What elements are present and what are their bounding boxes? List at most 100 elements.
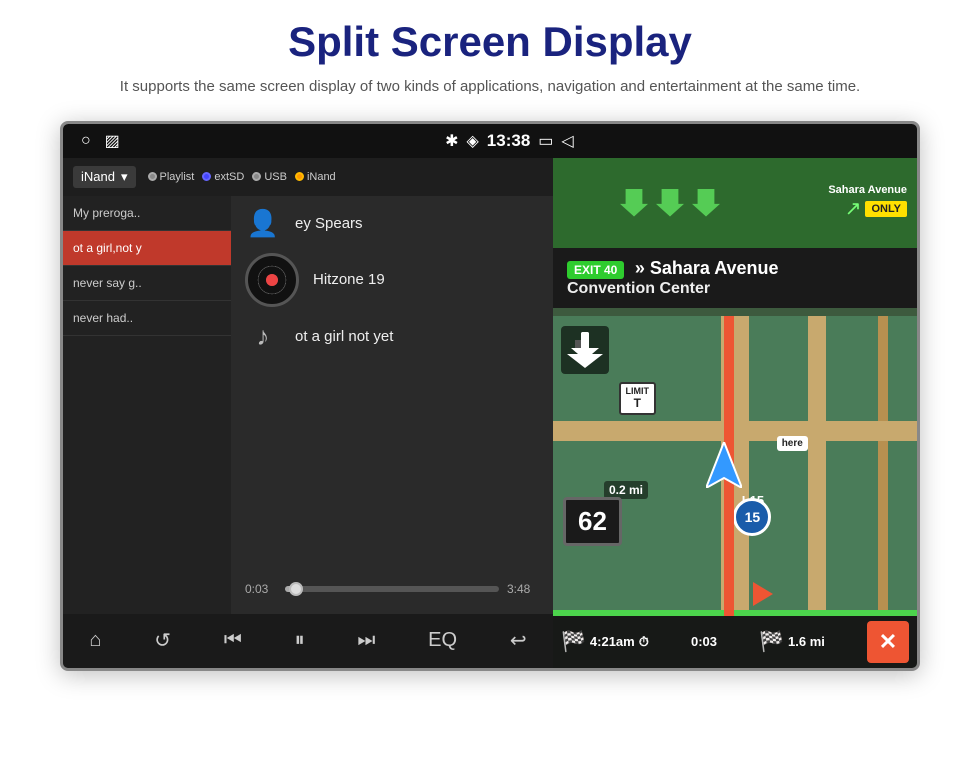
road-v2 [808,316,826,616]
eq-button[interactable]: EQ [418,623,467,658]
next-button[interactable]: ⏭ [347,623,385,658]
limit-text: LIMIT [626,386,650,397]
only-row: ↗ ONLY [845,196,907,221]
tab-playlist-label: Playlist [160,171,195,183]
source-tabs: Playlist extSD USB iNand [148,171,336,183]
prev-button[interactable]: ⏮ [214,623,252,658]
limit-sign: LIMIT T [619,382,657,415]
nav-panel: Sahara Avenue ↗ ONLY EXIT 40 » Sahara Av… [553,158,917,668]
here-logo: here [777,436,808,451]
page-title: Split Screen Display [288,18,692,66]
turn-icons [561,326,609,374]
circle-icon: ○ [81,132,91,150]
nav-eta: 🏁 4:21am ⏱ [561,629,649,654]
eta-time: 4:21am [590,634,635,649]
back-button[interactable]: ↩ [500,622,537,659]
nav-arrow-svg [706,442,742,488]
playlist-item-2[interactable]: never say g.. [63,266,231,301]
device-frame: ○ ▨ ✱ ◈ 13:38 ▭ ◁ iNand ▾ [60,121,920,671]
radio-dot-extsd [202,172,211,181]
source-tab-extsd[interactable]: extSD [202,171,244,183]
music-content: My preroga.. ot a girl,not y never say g… [63,196,553,614]
nav-bottom: 🏁 4:21am ⏱ 0:03 🏁 1.6 mi ✕ [553,616,917,668]
arrow-down-3 [692,189,720,217]
time-current: 0:03 [245,582,277,596]
time-total: 3:48 [507,582,539,596]
exit-destination: Convention Center [567,280,903,298]
dropdown-arrow: ▾ [121,169,128,185]
tab-inand-label: iNand [307,171,336,183]
red-arrow [753,582,773,606]
split-screen: iNand ▾ Playlist extSD [63,158,917,668]
source-label: iNand [81,169,115,184]
music-panel: iNand ▾ Playlist extSD [63,158,553,668]
window-icon: ▭ [538,131,553,151]
playlist-sidebar: My preroga.. ot a girl,not y never say g… [63,196,231,614]
artist-name: ey Spears [295,215,363,232]
progress-bar-wrapper: 0:03 3:48 [245,582,539,596]
flag-start-icon: 🏁 [561,629,586,654]
status-time: 13:38 [487,131,530,151]
close-nav-button[interactable]: ✕ [867,621,909,663]
road-v3 [878,316,888,616]
album-name: Hitzone 19 [313,271,385,288]
source-selector: iNand ▾ Playlist extSD [63,158,553,196]
only-badge: ONLY [865,201,907,217]
player-main: 👤 ey Spears Hitzone 19 [231,196,553,614]
speed-badge: 62 [563,497,622,546]
source-tab-playlist[interactable]: Playlist [148,171,195,183]
source-tab-usb[interactable]: USB [252,171,287,183]
play-pause-button[interactable]: ⏸ [285,623,315,658]
tab-usb-label: USB [264,171,287,183]
source-dropdown[interactable]: iNand ▾ [73,166,136,188]
nav-arrow-container [706,442,742,493]
tab-extsd-label: extSD [214,171,244,183]
artist-row: 👤 ey Spears [245,208,539,239]
source-tab-inand[interactable]: iNand [295,171,336,183]
radio-dot-playlist [148,172,157,181]
map-visual: here LIMIT T 0.2 mi 6 [553,316,917,616]
location-icon: ◈ [466,131,478,151]
playlist-item-0[interactable]: My preroga.. [63,196,231,231]
arrow-down-2 [656,189,684,217]
progress-thumb [289,582,303,596]
arrow-right-icon: ↗ [845,196,862,221]
track-name: ot a girl not yet [295,328,393,345]
home-button[interactable]: ⌂ [79,623,111,658]
radio-dot-inand [295,172,304,181]
nav-signs: Sahara Avenue ↗ ONLY [553,158,917,248]
arrow-down-1 [620,189,648,217]
sahara-label: Sahara Avenue [828,184,907,196]
vinyl-center [266,274,278,286]
status-center: ✱ ◈ 13:38 ▭ ◁ [445,131,574,151]
track-info: 👤 ey Spears Hitzone 19 [245,208,539,574]
artist-icon: 👤 [245,208,281,239]
dist-label: 0.2 mi [604,481,648,499]
exit-sign: EXIT 40 » Sahara Avenue Convention Cente… [553,248,917,308]
nav-dist: 🏁 1.6 mi [759,629,825,654]
repeat-button[interactable]: ↺ [144,622,181,659]
nav-map: Sahara Avenue ↗ ONLY EXIT 40 » Sahara Av… [553,158,917,668]
flag-end-icon: 🏁 [759,629,784,654]
bluetooth-icon: ✱ [445,131,458,151]
progress-area: 0:03 3:48 [245,574,539,602]
sign-green [553,158,787,248]
turn-icon-box [561,326,609,374]
sign-green-right: Sahara Avenue ↗ ONLY [787,158,917,248]
vinyl-disc [245,253,299,307]
exit-street: » Sahara Avenue [635,258,779,278]
playlist-item-1[interactable]: ot a girl,not y [63,231,231,266]
progress-bar[interactable] [285,586,499,592]
back-icon: ◁ [561,131,573,151]
status-bar: ○ ▨ ✱ ◈ 13:38 ▭ ◁ [63,124,917,158]
highway-badge: 15 [733,498,771,536]
clock-icon: ⏱ [639,634,649,650]
controls-bar: ⌂ ↺ ⏮ ⏸ ⏭ EQ ↩ [63,614,553,668]
playlist-item-3[interactable]: never had.. [63,301,231,336]
album-row: Hitzone 19 [245,253,539,307]
turn-icon-svg [567,332,603,368]
status-left: ○ ▨ [81,131,120,151]
nav-distance: 1.6 mi [788,634,825,649]
limit-num: T [626,396,650,410]
track-row: ♪ ot a girl not yet [245,321,539,352]
